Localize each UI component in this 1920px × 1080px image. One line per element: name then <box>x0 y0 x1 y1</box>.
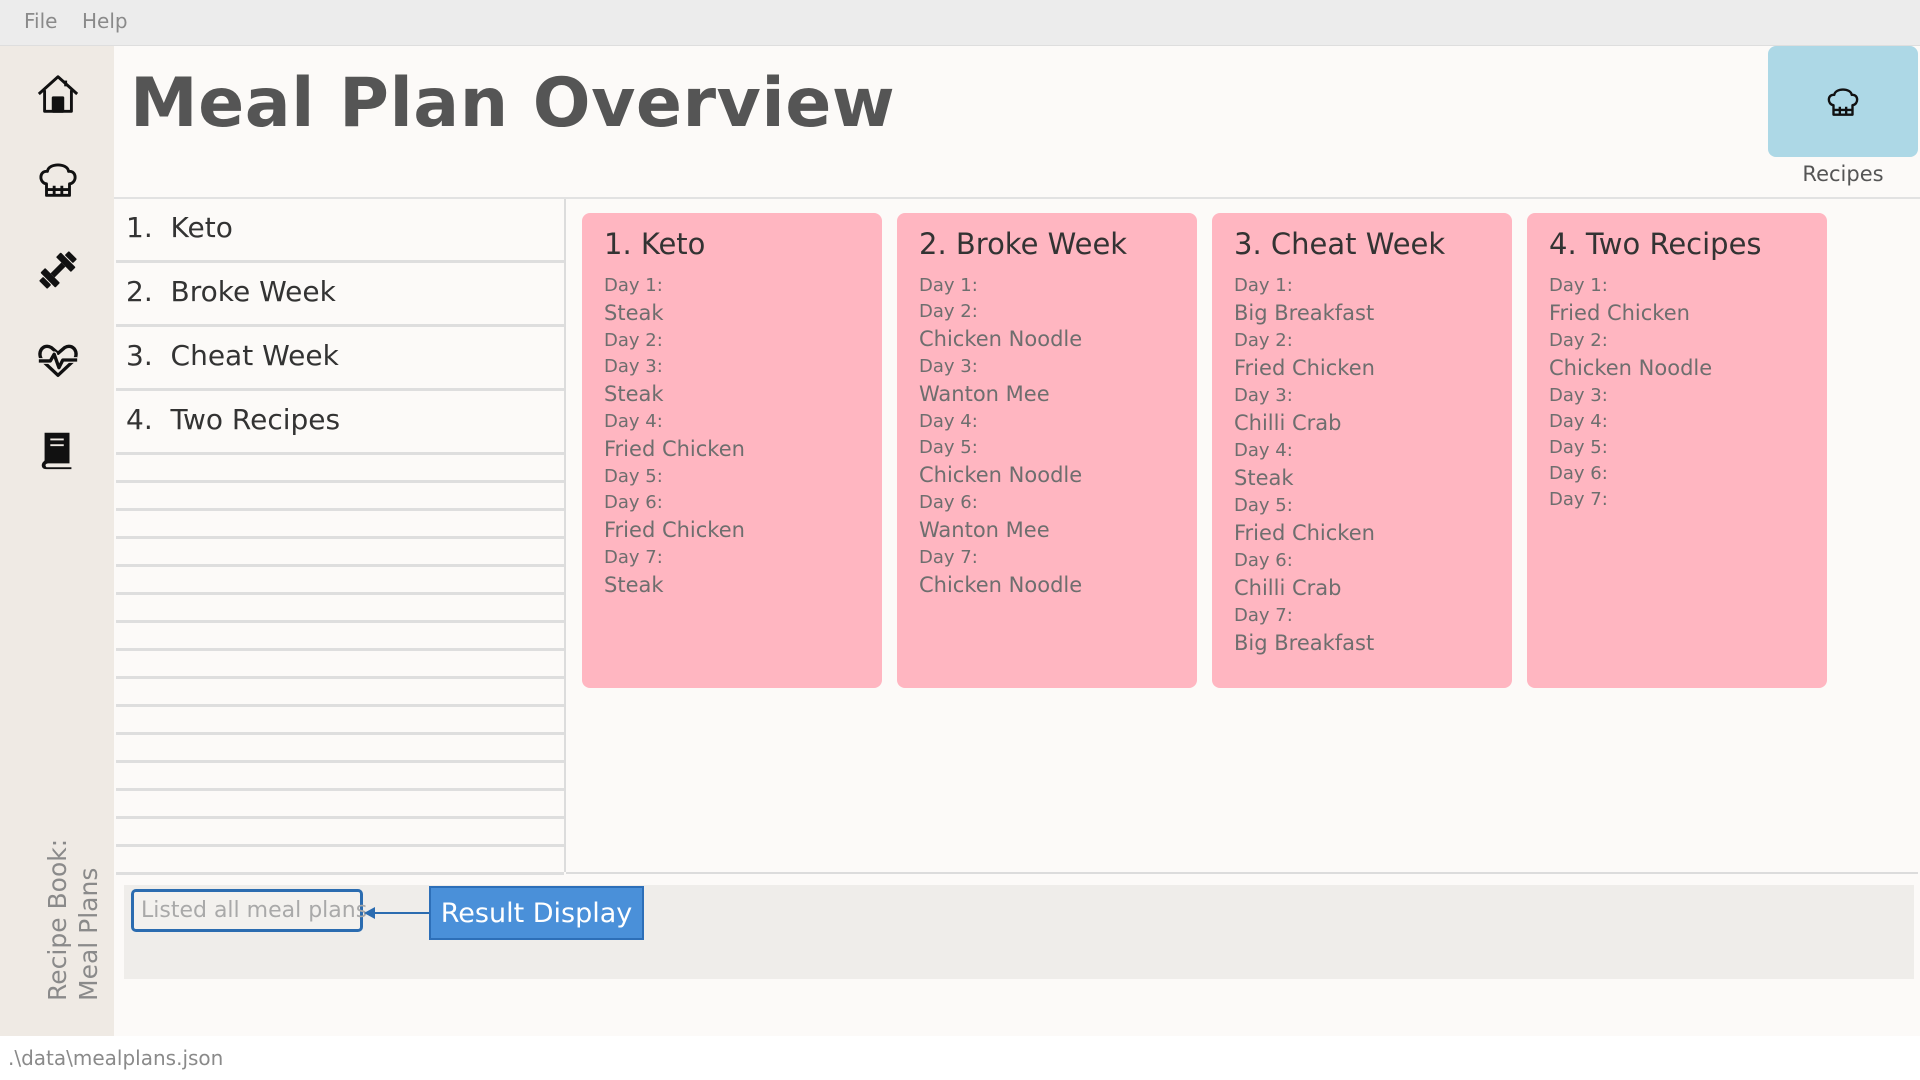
card-title: 1. Keto <box>604 227 706 261</box>
meal-plan-card[interactable]: 3. Cheat Week Day 1: Big Breakfast Day 2… <box>1212 213 1512 688</box>
result-text: Listed all meal plans <box>141 898 368 923</box>
heartbeat-icon <box>38 344 78 378</box>
menu-help[interactable]: Help <box>82 9 128 33</box>
result-display: Listed all meal plans <box>131 889 367 932</box>
chef-hat-icon <box>39 163 77 197</box>
meal-plan-card[interactable]: 1. Keto Day 1: Steak Day 2: Day 3: Steak… <box>582 213 882 688</box>
callout-label: Result Display <box>440 897 633 929</box>
nav-exercise-button[interactable] <box>28 240 88 300</box>
empty-list-row <box>116 511 564 539</box>
recipes-button[interactable] <box>1768 46 1918 157</box>
card-day-list: Day 1: Big Breakfast Day 2: Fried Chicke… <box>1234 275 1375 655</box>
card-title: 4. Two Recipes <box>1549 227 1762 261</box>
empty-list-row <box>116 455 564 483</box>
chef-hat-icon <box>1827 87 1859 116</box>
book-icon <box>41 432 72 470</box>
nav-notes-button[interactable] <box>28 420 88 480</box>
page-title: Meal Plan Overview <box>130 64 896 143</box>
card-day-list: Day 1: Day 2: Chicken Noodle Day 3: Want… <box>919 275 1083 597</box>
meal-plan-card[interactable]: 2. Broke Week Day 1: Day 2: Chicken Nood… <box>897 213 1197 688</box>
empty-list-row <box>116 763 564 791</box>
list-item[interactable]: 3. Cheat Week <box>116 327 564 391</box>
menu-bar: File Help <box>0 0 1920 46</box>
empty-list-row <box>116 707 564 735</box>
status-bar: .\data\mealplans.json <box>0 1036 1920 1080</box>
card-day-list: Day 1: Fried Chicken Day 2: Chicken Nood… <box>1549 275 1713 510</box>
empty-list-row <box>116 735 564 763</box>
list-item[interactable]: 4. Two Recipes <box>116 391 564 455</box>
empty-list-row <box>116 651 564 679</box>
dumbbell-icon <box>39 251 77 289</box>
nav-home-button[interactable] <box>28 64 88 124</box>
meal-plan-list[interactable]: 1. Keto 2. Broke Week 3. Cheat Week 4. T… <box>116 199 566 875</box>
callout-arrow-icon <box>364 907 430 919</box>
empty-list-row <box>116 623 564 651</box>
recipes-button-label: Recipes <box>1802 162 1884 186</box>
home-icon <box>37 75 79 113</box>
empty-list-row <box>116 679 564 707</box>
sidebar: Recipe Book: Meal Plans <box>0 46 114 1036</box>
nav-recipes-button[interactable] <box>28 150 88 210</box>
sidebar-app-title: Recipe Book: Meal Plans <box>43 838 103 1001</box>
result-display-box <box>124 885 1914 979</box>
empty-list-row <box>116 483 564 511</box>
empty-list-row <box>116 791 564 819</box>
empty-list-row <box>116 819 564 847</box>
data-file-path: .\data\mealplans.json <box>8 1046 224 1070</box>
empty-list-row <box>116 539 564 567</box>
menu-file[interactable]: File <box>24 9 57 33</box>
result-display-callout: Result Display <box>429 886 644 940</box>
list-item[interactable]: 2. Broke Week <box>116 263 564 327</box>
empty-list-row <box>116 595 564 623</box>
card-day-list: Day 1: Steak Day 2: Day 3: Steak Day 4: … <box>604 275 745 597</box>
empty-list-row <box>116 567 564 595</box>
nav-health-button[interactable] <box>28 330 88 390</box>
card-title: 2. Broke Week <box>919 227 1128 261</box>
card-title: 3. Cheat Week <box>1234 227 1446 261</box>
meal-plan-card[interactable]: 4. Two Recipes Day 1: Fried Chicken Day … <box>1527 213 1827 688</box>
list-item[interactable]: 1. Keto <box>116 199 564 263</box>
empty-list-row <box>116 847 564 875</box>
